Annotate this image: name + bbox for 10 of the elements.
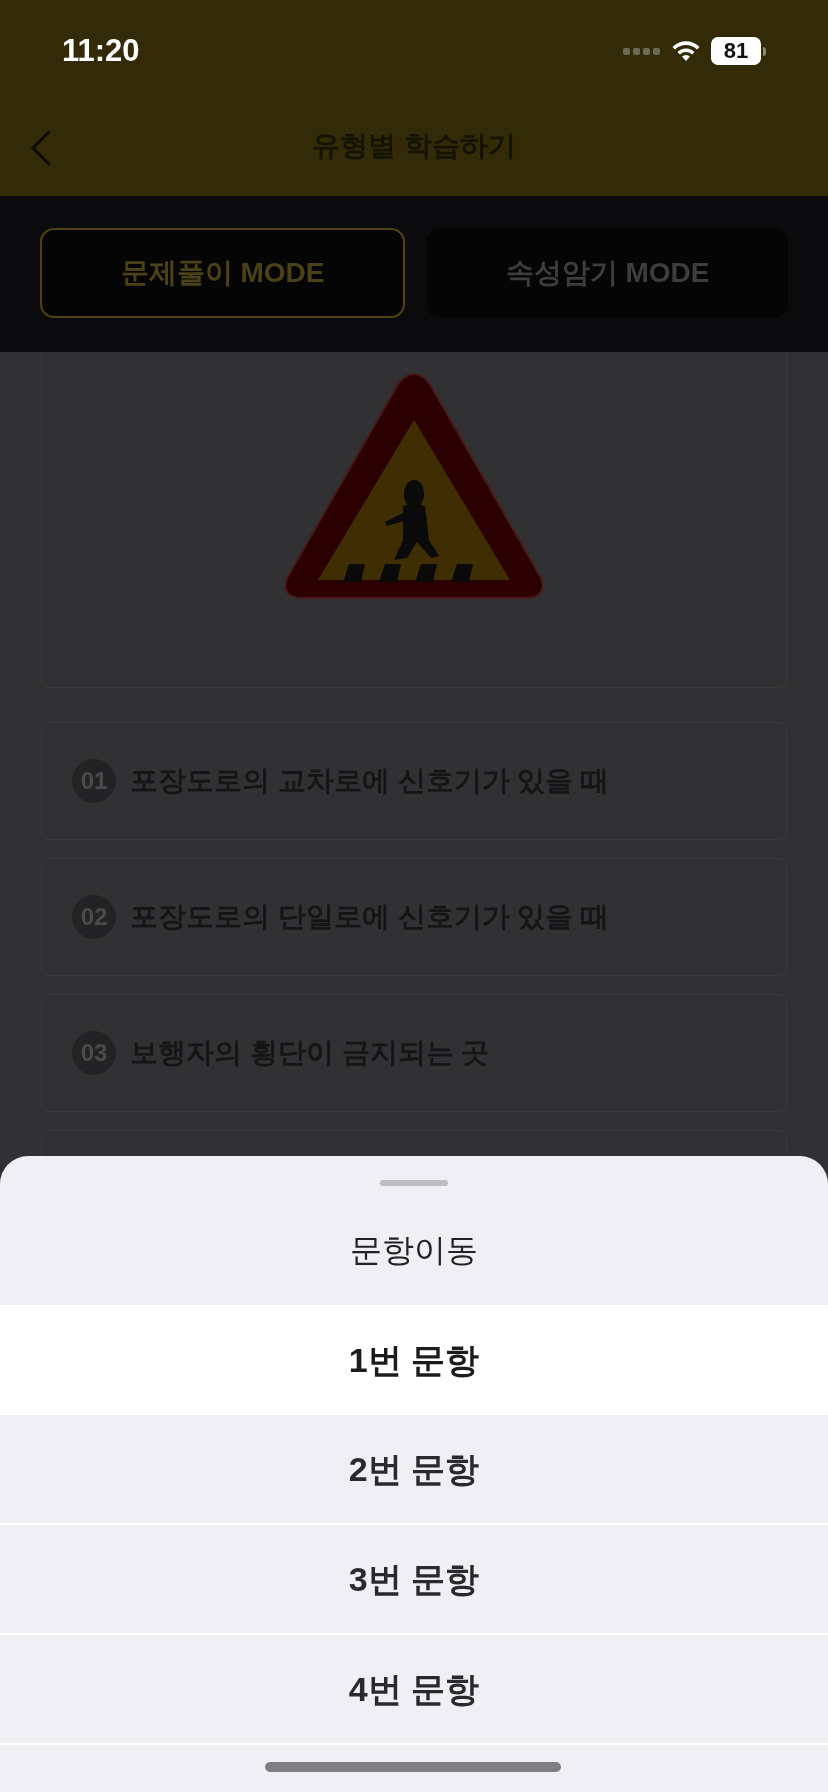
mode-tab[interactable]: 문제풀이 MODE [40,228,405,318]
sheet-title: 문항이동 [350,1231,478,1270]
wifi-icon [671,40,701,62]
status-time: 11:20 [62,31,140,70]
signal-icon [623,46,661,56]
battery-level: 81 [711,37,761,65]
mode-tab[interactable]: 속성암기 MODE [427,228,788,318]
question-jump-item[interactable]: 1번 문항 [0,1305,828,1415]
back-icon[interactable] [30,130,52,166]
drag-handle[interactable] [380,1180,448,1186]
